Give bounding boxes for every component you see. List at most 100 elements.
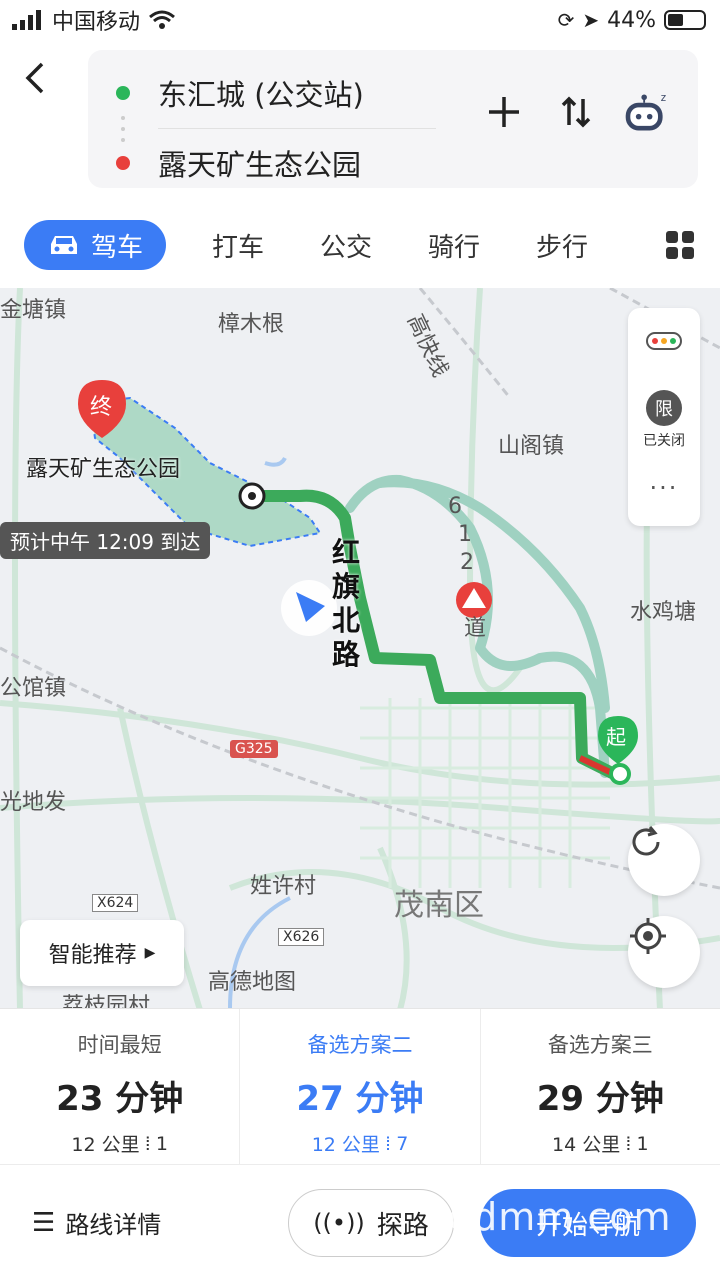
map-label-gongguan: 公馆镇 <box>0 676 67 701</box>
plan-time: 29 分钟 <box>536 1079 664 1119</box>
map-label-gaode: 高德地图 <box>208 970 297 995</box>
origin-row[interactable]: 东汇城 (公交站) <box>88 64 364 122</box>
tab-cycling[interactable]: 骑行 <box>428 227 480 264</box>
broadcast-icon: ((•)) <box>313 1209 365 1237</box>
road-name-char: 旗 <box>331 570 360 603</box>
assistant-button[interactable]: z <box>622 88 670 136</box>
add-waypoint-button[interactable] <box>480 88 528 136</box>
map-view[interactable]: 终 起 金塘镇 樟木根 高快线 山阁镇 水鸡塘 公馆镇 光地发 姓许村 茂南区 … <box>0 288 720 1010</box>
battery-percent: 44% <box>607 7 656 33</box>
travel-mode-tabs: 驾车 打车 公交 骑行 步行 <box>0 205 720 285</box>
bottom-action-bar: ☰ 路线详情 ((•)) 探路 开始导航 gdmm.com <box>0 1164 720 1280</box>
map-side-panel: 限 已关闭 ··· <box>628 308 700 526</box>
road-name-char: 路 <box>331 638 360 671</box>
plus-icon <box>489 97 519 127</box>
map-label-shange: 山阁镇 <box>498 434 565 459</box>
status-left: 中国移动 <box>12 4 176 36</box>
svg-text:终: 终 <box>90 395 112 420</box>
road-label-612-4: 道 <box>464 616 487 641</box>
traffic-light-count-icon: ⦙ <box>626 1132 631 1155</box>
plan-option[interactable]: 备选方案三 29 分钟 14 公里 ⦙ 1 <box>479 1009 720 1164</box>
restriction-icon: 限 <box>646 390 682 426</box>
status-right: ⟳ ➤ 44% <box>558 8 706 33</box>
road-name-char: 红 <box>331 536 360 569</box>
traffic-light-count-icon: ⦙ <box>145 1132 150 1155</box>
refresh-icon <box>632 826 660 856</box>
signal-icon <box>12 10 41 30</box>
location-arrow-icon: ➤ <box>582 8 600 32</box>
origin-text: 东汇城 (公交站) <box>158 78 364 112</box>
city-grid <box>360 698 610 888</box>
map-label-lizhiyuancun: 荔枝园村 <box>62 994 151 1010</box>
tab-drive[interactable]: 驾车 <box>24 220 166 270</box>
map-label-shuijitang: 水鸡塘 <box>630 600 697 625</box>
plan-option[interactable]: 备选方案二 27 分钟 12 公里 ⦙ 7 <box>239 1009 479 1164</box>
plan-meta: 14 公里 ⦙ 1 <box>552 1130 649 1157</box>
back-button[interactable] <box>22 60 62 100</box>
carrier-name: 中国移动 <box>52 10 141 35</box>
destination-name-label: 露天矿生态公园 <box>26 457 181 482</box>
plan-lights: 7 <box>396 1132 409 1155</box>
battery-fill <box>668 14 683 26</box>
smart-recommend-label: 智能推荐 <box>48 943 137 968</box>
map-label-zhangmugen: 樟木根 <box>218 312 285 337</box>
plan-time: 27 分钟 <box>296 1079 424 1119</box>
traffic-light-icon <box>646 332 682 350</box>
traffic-light-count-icon: ⦙ <box>385 1132 391 1155</box>
road-name-label: 红 旗 北 路 <box>326 536 366 672</box>
restriction-toggle[interactable]: 限 已关闭 <box>628 390 700 450</box>
swap-route-button[interactable] <box>552 88 600 136</box>
road-name-char: 北 <box>331 604 360 637</box>
smart-recommend-button[interactable]: 智能推荐 ▶ <box>20 920 184 986</box>
plan-meta: 12 公里 ⦙ 7 <box>312 1130 409 1157</box>
map-label-xingxucun: 姓许村 <box>250 874 317 899</box>
plan-distance: 12 公里 <box>71 1134 140 1156</box>
road-badge-g325: G325 <box>230 740 278 758</box>
more-icon: ··· <box>649 474 679 502</box>
road-badge-x624: X624 <box>92 894 139 912</box>
explore-route-button[interactable]: ((•)) 探路 <box>288 1189 454 1257</box>
explore-route-label: 探路 <box>376 1210 429 1241</box>
car-icon <box>50 236 77 254</box>
restriction-status: 已关闭 <box>643 433 685 449</box>
destination-text: 露天矿生态公园 <box>158 148 362 182</box>
plan-lights: 1 <box>636 1132 649 1155</box>
more-options-button[interactable]: ··· <box>628 474 700 502</box>
route-detail-button[interactable]: ☰ 路线详情 <box>32 1205 161 1240</box>
route-plans: 时间最短 23 分钟 12 公里 ⦙ 1 备选方案二 27 分钟 12 公里 ⦙… <box>0 1008 720 1164</box>
route-card: 东汇城 (公交站) 露天矿生态公园 <box>88 50 698 188</box>
road-label-612-1: 6 <box>448 494 462 519</box>
svg-text:z: z <box>661 93 666 104</box>
plan-time: 23 分钟 <box>56 1079 184 1119</box>
route-divider <box>158 128 436 129</box>
list-icon: ☰ <box>32 1207 56 1238</box>
tab-taxi[interactable]: 打车 <box>212 227 264 264</box>
robot-icon: z <box>625 93 666 131</box>
wifi-icon <box>149 10 175 29</box>
locate-button[interactable] <box>628 916 700 988</box>
plan-label: 时间最短 <box>77 1033 162 1057</box>
status-bar: 中国移动 ⟳ ➤ 44% <box>0 0 720 40</box>
map-label-jintang: 金塘镇 <box>0 298 67 323</box>
tab-walking[interactable]: 步行 <box>536 227 588 264</box>
destination-row[interactable]: 露天矿生态公园 <box>88 134 361 192</box>
watermark-text: gdmm.com <box>448 1195 672 1239</box>
swap-icon <box>561 96 591 128</box>
rotation-lock-icon: ⟳ <box>557 8 575 32</box>
refresh-button[interactable] <box>628 824 700 896</box>
tab-transit[interactable]: 公交 <box>320 227 372 264</box>
destination-dot <box>116 156 130 170</box>
road-label-612-2: 1 <box>458 522 472 547</box>
more-modes-icon[interactable] <box>666 231 694 259</box>
plan-meta: 12 公里 ⦙ 1 <box>71 1130 168 1157</box>
plan-option[interactable]: 时间最短 23 分钟 12 公里 ⦙ 1 <box>0 1009 239 1164</box>
road-badge-x626: X626 <box>278 928 325 946</box>
plan-label: 备选方案三 <box>547 1033 653 1057</box>
chevron-left-icon <box>25 62 44 94</box>
play-triangle-icon: ▶ <box>144 945 156 961</box>
route-header: 东汇城 (公交站) 露天矿生态公园 z <box>0 40 720 200</box>
road-label-612-3: 2 <box>460 550 474 575</box>
traffic-toggle[interactable] <box>628 332 700 350</box>
plan-distance: 14 公里 <box>552 1134 621 1156</box>
plan-label: 备选方案二 <box>307 1033 413 1057</box>
